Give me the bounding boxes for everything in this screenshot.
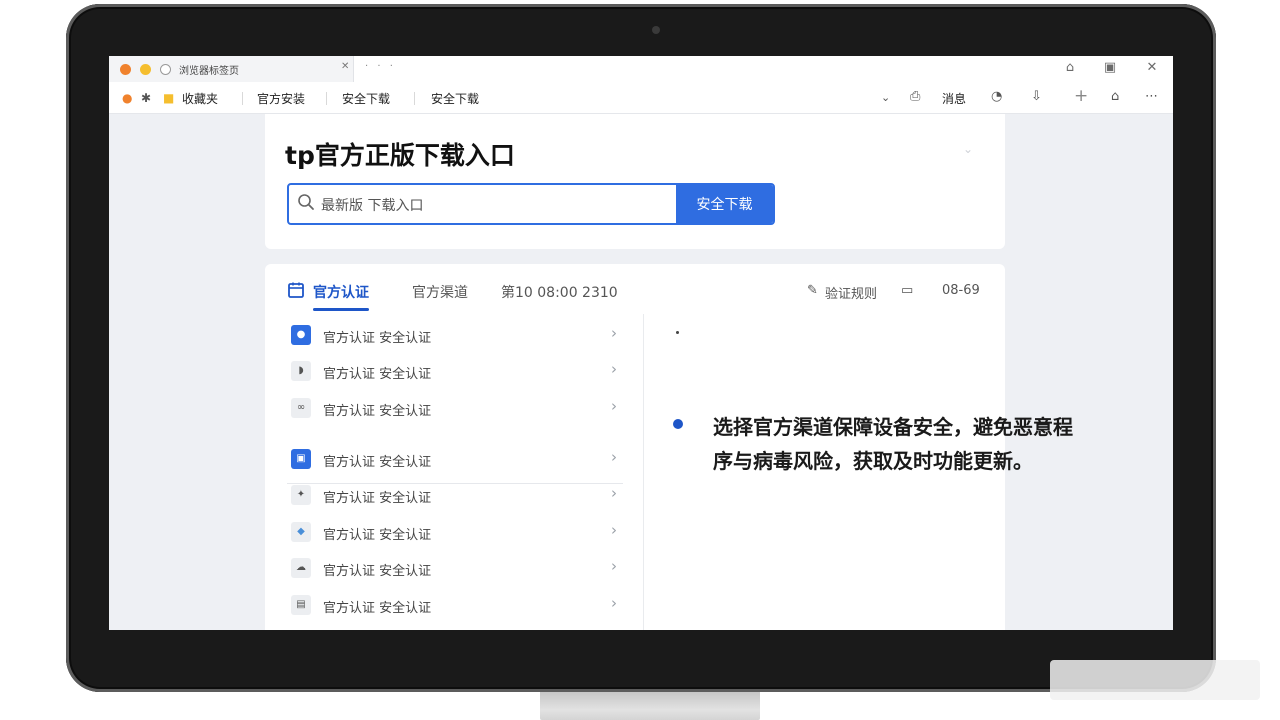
browser-tab[interactable]: 浏览器标签页 ✕ <box>109 56 354 82</box>
plus-icon[interactable]: + <box>1074 86 1088 106</box>
bookmark-safe-download-2[interactable]: 安全下载 <box>431 90 479 107</box>
verify-rules-link[interactable]: 验证规则 <box>825 283 877 302</box>
cloud-icon: ☁ <box>291 558 311 578</box>
content-card: 官方认证 官方渠道 第10 08:00 2310 ✎ 验证规则 ▭ 08-69 … <box>265 264 1073 630</box>
list-item-label: 官方认证 安全认证 <box>323 528 432 543</box>
tool-icon: ✦ <box>291 485 311 505</box>
list-item[interactable]: ◆ 官方认证 安全认证 › <box>287 516 623 548</box>
list-item[interactable]: ✦ 官方认证 安全认证 › <box>287 479 623 511</box>
list-item[interactable]: ∞ 官方认证 安全认证 › <box>287 392 623 424</box>
collapse-chevron-icon[interactable]: ⌄ <box>963 142 973 156</box>
toolbar-messages[interactable]: 消息 <box>942 90 966 107</box>
header-card: tp官方正版下载入口 ⌄ 最新版 下载入口 安全下载 <box>265 114 1005 249</box>
monitor-icon[interactable]: ▭ <box>901 283 913 298</box>
window-home-icon[interactable]: ⌂ <box>1062 60 1078 75</box>
tab-right-value: 08-69 <box>942 283 980 298</box>
close-dot-icon[interactable] <box>120 64 131 75</box>
list-item[interactable]: ▣ 官方认证 安全认证 › <box>287 443 623 475</box>
tab-extra: · · · <box>365 61 396 72</box>
list-item[interactable]: ▤ 官方认证 安全认证 › <box>287 589 623 621</box>
bookmark-folder-icon[interactable]: ■ <box>163 91 174 105</box>
bookmark-logo-icon[interactable]: ● <box>122 91 132 105</box>
toolbar-divider <box>414 92 415 105</box>
maximize-dot-icon[interactable] <box>160 64 171 75</box>
chevron-right-icon: › <box>611 360 617 378</box>
camera-icon <box>652 26 660 34</box>
bookmark-safe-download-1[interactable]: 安全下载 <box>342 90 390 107</box>
title-bar: 浏览器标签页 ✕ · · · ⌂ ▣ ✕ <box>109 56 1173 82</box>
bookmark-favorites[interactable]: 收藏夹 <box>182 90 218 107</box>
download-icon[interactable]: ⇩ <box>1031 89 1042 104</box>
list-item[interactable]: ● 官方认证 安全认证 › <box>287 319 623 351</box>
minimize-dot-icon[interactable] <box>140 64 151 75</box>
chevron-right-icon: › <box>611 448 617 466</box>
decorative-dot <box>676 331 679 334</box>
tab-bar: 官方认证 官方渠道 第10 08:00 2310 ✎ 验证规则 ▭ 08-69 <box>265 264 1005 314</box>
chevron-right-icon: › <box>611 397 617 415</box>
toolbar-divider <box>242 92 243 105</box>
safe-download-button[interactable]: 安全下载 <box>676 185 773 223</box>
chevron-right-icon: › <box>611 521 617 539</box>
watermark <box>1050 660 1260 700</box>
calendar-icon <box>288 282 304 298</box>
list-item-label: 官方认证 安全认证 <box>323 367 432 382</box>
cup-icon: ◗ <box>291 361 311 381</box>
list-item-label: 官方认证 安全认证 <box>323 491 432 506</box>
page-title: tp官方正版下载入口 <box>285 141 515 170</box>
search-box: 最新版 下载入口 安全下载 <box>287 183 775 225</box>
chevron-down-icon[interactable]: ⌄ <box>881 91 890 104</box>
toolbar-divider <box>326 92 327 105</box>
search-input[interactable]: 最新版 下载入口 <box>321 195 423 215</box>
window-restore-icon[interactable]: ▣ <box>1102 60 1118 75</box>
info-text: 选择官方渠道保障设备安全，避免恶意程序与病毒风险，获取及时功能更新。 <box>713 415 1073 473</box>
image-icon: ▣ <box>291 449 311 469</box>
scene: 浏览器标签页 ✕ · · · ⌂ ▣ ✕ ● ✱ ■ 收藏夹 官方安装 安全下载… <box>0 0 1280 720</box>
list-item[interactable]: ☁ 官方认证 安全认证 › <box>287 552 623 584</box>
list-item-label: 官方认证 安全认证 <box>323 404 432 419</box>
tab-title: 浏览器标签页 <box>179 66 239 77</box>
bullet-icon <box>673 419 683 429</box>
clock-icon[interactable]: ◔ <box>991 89 1002 104</box>
list-item-label: 官方认证 安全认证 <box>323 564 432 579</box>
list-item-label: 官方认证 安全认证 <box>323 455 432 470</box>
home-icon[interactable]: ⌂ <box>1111 89 1119 104</box>
tab-official-channel[interactable]: 官方渠道 <box>412 282 468 302</box>
window-close-icon[interactable]: ✕ <box>1144 60 1160 75</box>
card-icon: ▤ <box>291 595 311 615</box>
more-icon[interactable]: ⋯ <box>1145 89 1158 104</box>
link-icon: ∞ <box>291 398 311 418</box>
chat-icon: ● <box>291 325 311 345</box>
active-tab-indicator <box>313 308 369 311</box>
chevron-right-icon: › <box>611 594 617 612</box>
chevron-right-icon: › <box>611 484 617 502</box>
screen: 浏览器标签页 ✕ · · · ⌂ ▣ ✕ ● ✱ ■ 收藏夹 官方安装 安全下载… <box>109 56 1173 630</box>
list-item-label: 官方认证 安全认证 <box>323 331 432 346</box>
bookmark-star-icon[interactable]: ✱ <box>141 91 151 105</box>
column-divider <box>643 314 644 630</box>
bookmark-official-install[interactable]: 官方安装 <box>257 90 305 107</box>
info-panel: 选择官方渠道保障设备安全，避免恶意程序与病毒风险，获取及时功能更新。 <box>655 314 1073 630</box>
list-item-label: 官方认证 安全认证 <box>323 601 432 616</box>
edit-icon[interactable]: ✎ <box>807 283 818 298</box>
tab-close-icon[interactable]: ✕ <box>341 61 349 72</box>
bird-icon: ◆ <box>291 522 311 542</box>
tab-official-cert[interactable]: 官方认证 <box>313 282 369 302</box>
list-item[interactable]: ◗ 官方认证 安全认证 › <box>287 355 623 387</box>
history-icon[interactable]: ⎙ <box>910 89 920 104</box>
bookmarks-toolbar: ● ✱ ■ 收藏夹 官方安装 安全下载 安全下载 ⌄ ⎙ 消息 ◔ ⇩ + ⌂ … <box>109 82 1173 114</box>
chevron-right-icon: › <box>611 324 617 342</box>
search-icon <box>298 194 314 210</box>
chevron-right-icon: › <box>611 557 617 575</box>
tab-schedule[interactable]: 第10 08:00 2310 <box>501 282 618 302</box>
